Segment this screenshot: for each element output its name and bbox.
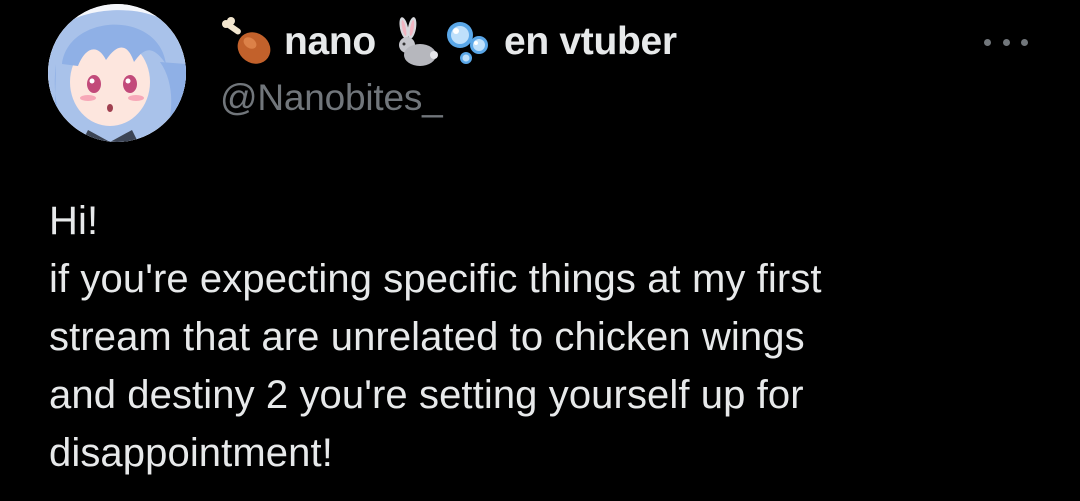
- chicken-leg-icon: [220, 17, 274, 67]
- avatar[interactable]: [48, 4, 186, 142]
- tweet-text: Hi! if you're expecting specific things …: [49, 192, 1059, 482]
- tweet-line: Hi!: [49, 199, 99, 243]
- tweet-line: if you're expecting specific things at m…: [49, 257, 822, 301]
- more-dot-icon: [1002, 38, 1010, 46]
- bubbles-icon: [442, 17, 492, 67]
- display-name[interactable]: nano en vtuber: [220, 14, 677, 70]
- tweet-line: disappointment!: [49, 431, 333, 475]
- user-handle[interactable]: @Nanobites_: [220, 77, 443, 119]
- tweet-line: and destiny 2 you're setting yourself up…: [49, 373, 804, 417]
- tweet-line: stream that are unrelated to chicken win…: [49, 315, 805, 359]
- more-dot-icon: [1021, 38, 1028, 46]
- more-options-button[interactable]: [984, 30, 1028, 54]
- more-dot-icon: [984, 38, 991, 46]
- rabbit-icon: [386, 17, 440, 67]
- display-name-part2: en vtuber: [503, 20, 677, 63]
- display-name-part1: nano: [284, 20, 376, 63]
